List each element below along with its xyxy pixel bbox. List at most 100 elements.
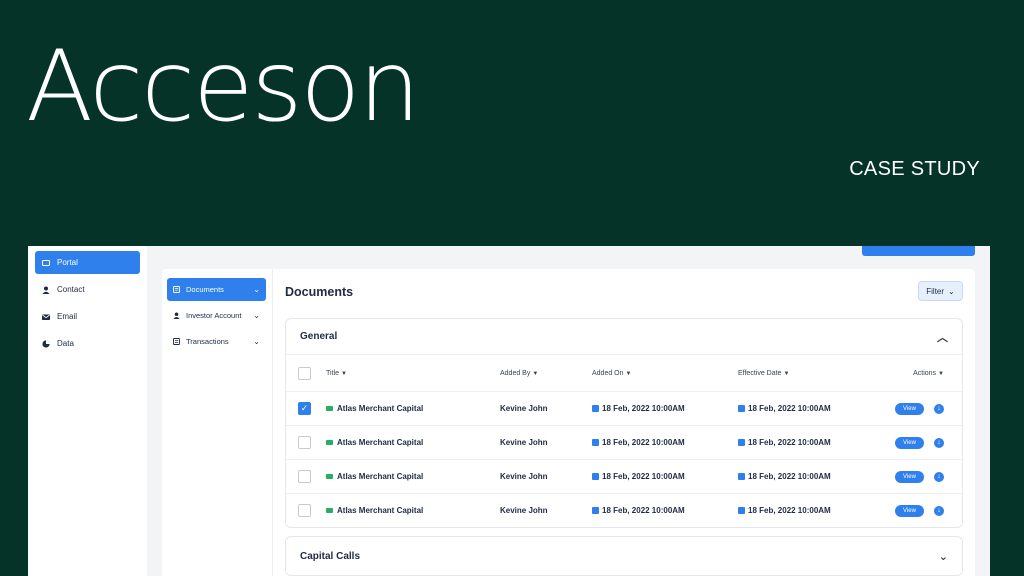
table-header: Title ▼ Added By ▼ Added On ▼ Effective Dat… — [286, 355, 962, 391]
subnav-item-investor-account[interactable]: Investor Account ⌄ — [167, 304, 266, 327]
table-row[interactable]: Atlas Merchant Capital Kevine John 18 Fe… — [286, 493, 962, 527]
column-title[interactable]: Title ▼ — [326, 370, 347, 377]
sub-navigation: Documents ⌄ Investor Account ⌄ Transacti… — [162, 269, 273, 576]
sidebar-item-contact[interactable]: Contact — [35, 278, 140, 301]
chevron-up-icon[interactable]: ︿ — [937, 329, 948, 345]
folder-icon — [326, 406, 333, 412]
subnav-item-label: Documents — [186, 285, 224, 294]
sort-icon: ▼ — [938, 370, 944, 377]
subnav-item-label: Transactions — [186, 337, 229, 346]
row-title[interactable]: Atlas Merchant Capital — [326, 438, 423, 447]
sort-icon: ▼ — [625, 370, 632, 377]
download-icon[interactable]: ↓ — [934, 437, 944, 448]
main-area: Documents ⌄ Investor Account ⌄ Transacti… — [147, 246, 990, 576]
calendar-icon — [592, 473, 599, 481]
chevron-down-icon: ⌄ — [253, 337, 260, 346]
section-title: General — [300, 331, 338, 342]
row-effective-date: 18 Feb, 2022 10:00AM — [738, 438, 831, 447]
column-actions[interactable]: Actions ▼ — [913, 370, 944, 377]
user-icon — [173, 312, 180, 319]
calendar-icon — [738, 439, 745, 447]
section-title: Capital Calls — [300, 550, 361, 562]
row-checkbox[interactable] — [298, 470, 311, 483]
row-title[interactable]: Atlas Merchant Capital — [326, 404, 423, 413]
row-checkbox[interactable]: ✓ — [298, 402, 311, 415]
table-row[interactable]: Atlas Merchant Capital Kevine John 18 Fe… — [286, 459, 962, 493]
row-checkbox[interactable] — [298, 436, 311, 449]
column-added-by[interactable]: Added By ▼ — [500, 370, 538, 377]
chevron-down-icon: ⌄ — [253, 285, 260, 294]
general-section: General ︿ Title ▼ Added By ▼ Added On ▼ Eff… — [285, 318, 963, 528]
capital-calls-section-header[interactable]: Capital Calls ⌄ — [286, 537, 962, 575]
row-added-by: Kevine John — [500, 438, 548, 447]
sidebar-item-label: Contact — [57, 285, 85, 294]
subnav-item-label: Investor Account — [186, 311, 242, 320]
hero-title: Acceson — [26, 30, 420, 144]
capital-calls-section: Capital Calls ⌄ — [285, 536, 963, 576]
sort-icon: ▼ — [532, 370, 539, 377]
download-icon[interactable]: ↓ — [934, 505, 944, 516]
hero-subtitle: CASE STUDY — [849, 158, 980, 180]
row-actions: View ↓ — [895, 504, 944, 517]
row-added-on: 18 Feb, 2022 10:00AM — [592, 472, 685, 481]
calendar-icon — [592, 405, 599, 413]
column-added-on[interactable]: Added On ▼ — [592, 370, 631, 377]
pie-chart-icon — [42, 339, 50, 348]
row-effective-date: 18 Feb, 2022 10:00AM — [738, 404, 831, 413]
row-effective-date: 18 Feb, 2022 10:00AM — [738, 472, 831, 481]
row-actions: View ↓ — [895, 436, 944, 449]
content-panel: Documents Filter ⌄ General ︿ Title ▼ Adde… — [273, 269, 975, 576]
page-title: Documents — [285, 285, 354, 299]
subnav-item-documents[interactable]: Documents ⌄ — [167, 278, 266, 301]
row-added-on: 18 Feb, 2022 10:00AM — [592, 506, 685, 515]
sort-icon: ▼ — [340, 370, 347, 377]
row-actions: View ↓ — [895, 402, 944, 415]
calendar-icon — [592, 439, 599, 447]
download-icon[interactable]: ↓ — [934, 403, 944, 414]
sidebar-item-email[interactable]: Email — [35, 305, 140, 328]
filter-label: Filter — [926, 286, 945, 296]
row-added-on: 18 Feb, 2022 10:00AM — [592, 404, 685, 413]
chevron-down-icon: ⌄ — [253, 311, 260, 320]
column-effective-date[interactable]: Effective Date ▼ — [738, 370, 789, 377]
folder-icon — [326, 440, 333, 446]
general-section-header[interactable]: General ︿ — [286, 319, 962, 355]
view-button[interactable]: View — [895, 402, 924, 415]
row-title[interactable]: Atlas Merchant Capital — [326, 506, 423, 515]
calendar-icon — [592, 507, 599, 515]
row-effective-date: 18 Feb, 2022 10:00AM — [738, 506, 831, 515]
app-window: Portal Contact Email Data Documents ⌄ In… — [28, 246, 990, 576]
download-icon[interactable]: ↓ — [934, 471, 944, 482]
row-added-on: 18 Feb, 2022 10:00AM — [592, 438, 685, 447]
table-row[interactable]: ✓ Atlas Merchant Capital Kevine John 18 … — [286, 391, 962, 425]
document-icon — [173, 286, 180, 293]
transactions-icon — [173, 338, 180, 345]
mail-icon — [42, 314, 50, 320]
row-checkbox[interactable] — [298, 504, 311, 517]
calendar-icon — [738, 405, 745, 413]
documents-card: Documents ⌄ Investor Account ⌄ Transacti… — [162, 269, 975, 576]
sidebar-item-portal[interactable]: Portal — [35, 251, 140, 274]
view-button[interactable]: View — [895, 470, 924, 483]
row-actions: View ↓ — [895, 470, 944, 483]
filter-button[interactable]: Filter ⌄ — [918, 281, 963, 301]
view-button[interactable]: View — [895, 436, 924, 449]
sidebar-item-data[interactable]: Data — [35, 332, 140, 355]
sidebar-item-label: Email — [57, 312, 78, 321]
folder-icon — [326, 474, 333, 480]
select-all-checkbox[interactable] — [298, 366, 311, 380]
chevron-down-icon[interactable]: ⌄ — [939, 550, 948, 563]
subnav-item-transactions[interactable]: Transactions ⌄ — [167, 330, 266, 353]
row-added-by: Kevine John — [500, 506, 548, 515]
row-added-by: Kevine John — [500, 472, 548, 481]
table-row[interactable]: Atlas Merchant Capital Kevine John 18 Fe… — [286, 425, 962, 459]
row-title[interactable]: Atlas Merchant Capital — [326, 472, 423, 481]
calendar-icon — [738, 507, 745, 515]
view-button[interactable]: View — [895, 504, 924, 517]
top-action-button[interactable] — [862, 246, 975, 256]
sidebar-item-label: Data — [57, 339, 74, 348]
row-added-by: Kevine John — [500, 404, 548, 413]
portal-icon — [42, 259, 50, 266]
sidebar-item-label: Portal — [57, 258, 78, 267]
calendar-icon — [738, 473, 745, 481]
